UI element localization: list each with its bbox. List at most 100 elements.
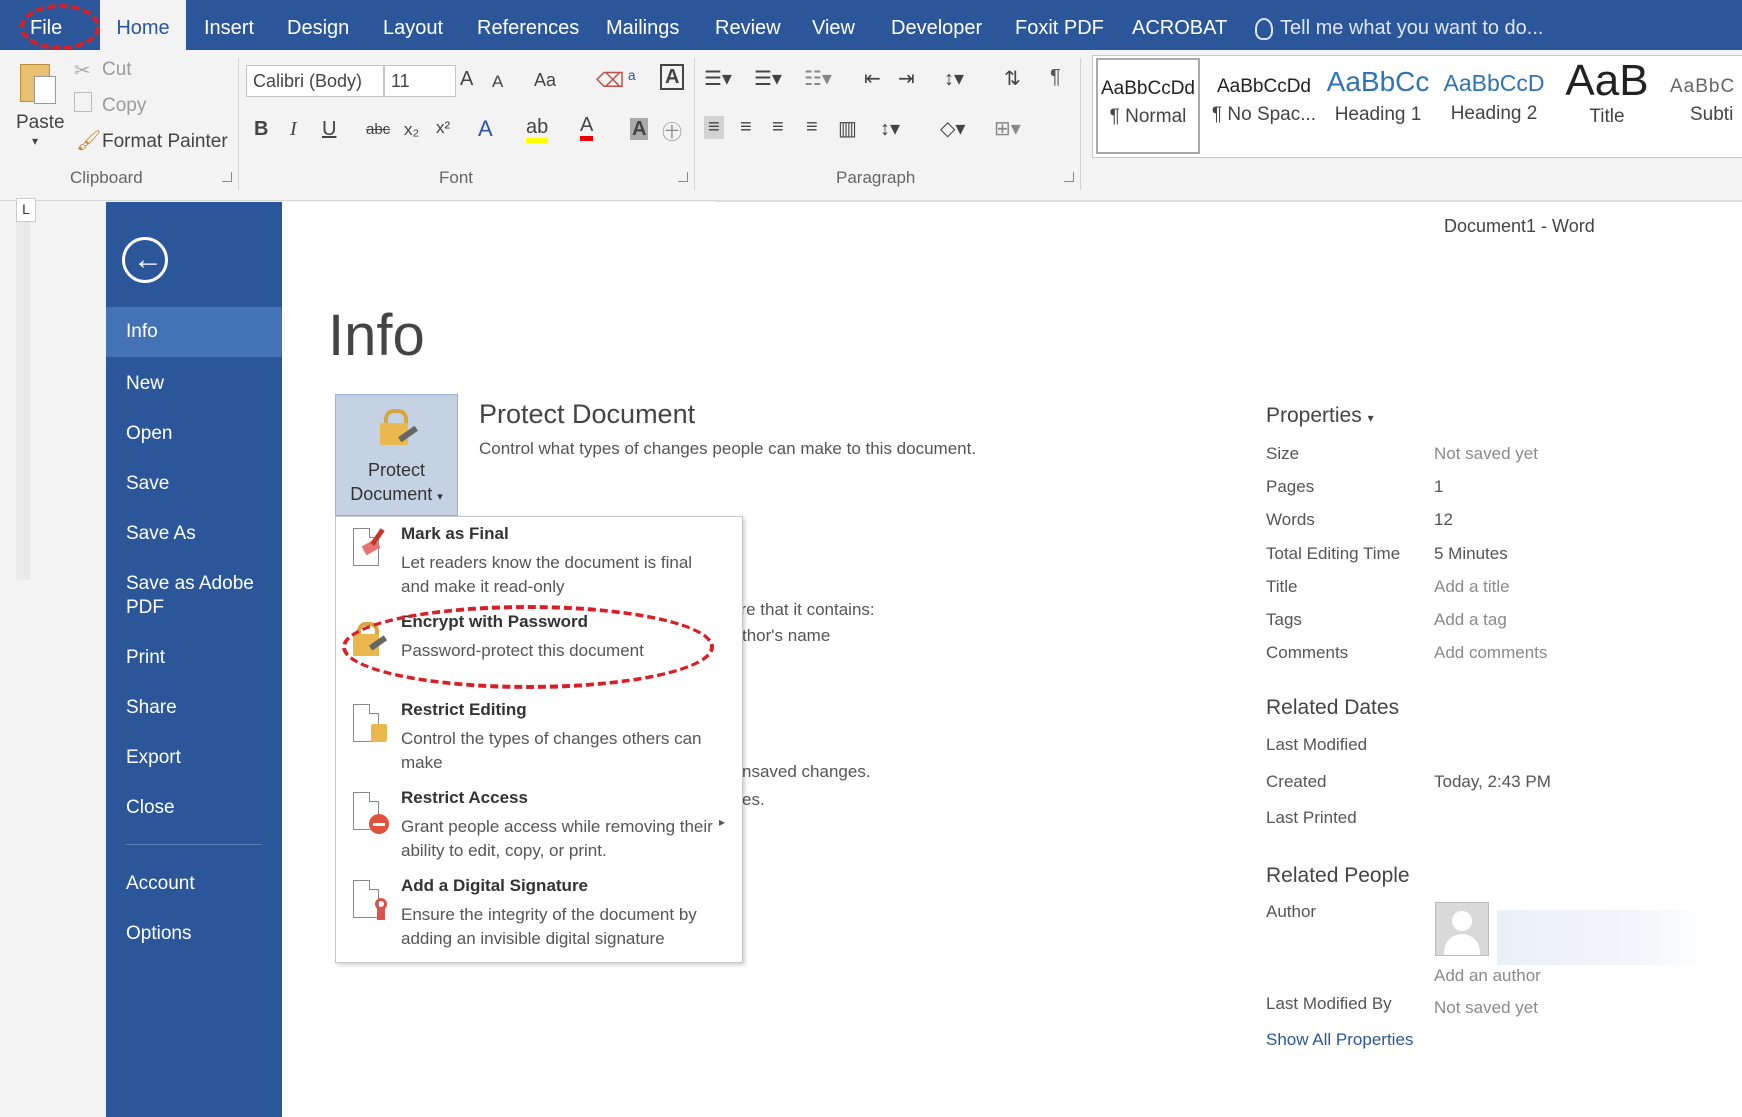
style-normal[interactable]: AaBbCcDd ¶ Normal [1096, 58, 1200, 154]
increase-indent-icon[interactable]: ⇥ [898, 66, 915, 91]
style-sample: AaBbCcDd [1101, 78, 1195, 99]
tab-references[interactable]: References [477, 0, 579, 50]
show-marks-icon[interactable]: ¶ [1050, 66, 1061, 89]
decrease-indent-icon[interactable]: ⇤ [864, 66, 881, 91]
format-painter-button[interactable]: Format Painter [102, 131, 228, 153]
menu-item-restrict-editing[interactable]: Restrict Editing Control the types of ch… [336, 693, 740, 781]
align-center-icon[interactable]: ≡ [740, 116, 752, 139]
numbering-icon[interactable]: ☰▾ [754, 66, 782, 91]
align-left-icon[interactable]: ≡ [704, 116, 724, 139]
font-size-select[interactable]: 11 [384, 65, 456, 97]
superscript-button[interactable]: x² [436, 118, 450, 138]
nav-save-as[interactable]: Save As [106, 522, 282, 546]
distributed-icon[interactable]: ▥ [838, 116, 857, 141]
font-color-icon[interactable]: A [580, 114, 594, 141]
paste-icon[interactable] [20, 60, 56, 104]
phonetic-guide-icon[interactable]: ᵃ [628, 68, 635, 91]
character-border-icon[interactable]: A [660, 64, 685, 90]
tab-developer[interactable]: Developer [891, 0, 982, 50]
chevron-down-icon: ▾ [437, 491, 443, 503]
tab-view[interactable]: View [812, 0, 855, 50]
paste-button[interactable]: Paste [16, 112, 65, 134]
strikethrough-button[interactable]: abc [366, 121, 390, 138]
tab-selector[interactable]: L [16, 198, 36, 222]
tab-home[interactable]: Home [100, 0, 186, 50]
protect-document-button[interactable]: Protect Document ▾ [335, 394, 458, 516]
properties-heading[interactable]: Properties ▾ [1266, 404, 1374, 428]
grow-font-icon[interactable]: A [460, 68, 473, 91]
tell-me-input[interactable]: Tell me what you want to do... [1280, 0, 1543, 50]
shrink-font-icon[interactable]: A [492, 72, 503, 92]
shading-icon[interactable]: ◇▾ [940, 116, 965, 141]
last-printed-label: Last Printed [1266, 808, 1357, 827]
comments-field[interactable]: Add comments [1434, 643, 1547, 663]
borders-icon[interactable]: ⊞▾ [994, 116, 1021, 141]
tags-field[interactable]: Add a tag [1434, 610, 1507, 630]
style-sample: AaBbC [1670, 76, 1736, 97]
font-launcher-icon[interactable] [678, 172, 688, 182]
cut-button[interactable]: Cut [102, 59, 132, 81]
nav-save[interactable]: Save [106, 472, 282, 496]
title-field[interactable]: Add a title [1434, 577, 1510, 597]
change-case-button[interactable]: Aa [534, 70, 556, 91]
nav-save-as-adobe-pdf[interactable]: Save as Adobe PDF [106, 572, 282, 620]
align-right-icon[interactable]: ≡ [772, 116, 784, 139]
underline-button[interactable]: U [322, 118, 336, 141]
window-title: Document1 - Word [1444, 216, 1595, 236]
nav-options[interactable]: Options [106, 922, 282, 946]
protect-document-label-text: Protect Document [350, 460, 433, 504]
menu-item-add-digital-signature[interactable]: Add a Digital Signature Ensure the integ… [336, 869, 740, 957]
sort-icon[interactable]: ↕▾ [944, 66, 964, 91]
nav-account[interactable]: Account [106, 872, 282, 896]
show-all-properties-link[interactable]: Show All Properties [1266, 1030, 1413, 1050]
add-author-field[interactable]: Add an author [1434, 966, 1541, 986]
justify-icon[interactable]: ≡ [806, 116, 818, 139]
sort-az-icon[interactable]: ⇅ [1004, 66, 1021, 91]
tab-mailings[interactable]: Mailings [606, 0, 679, 50]
menu-item-mark-as-final[interactable]: Mark as Final Let readers know the docum… [336, 517, 740, 605]
tab-insert[interactable]: Insert [204, 0, 254, 50]
style-title[interactable]: AaB Title [1556, 58, 1658, 154]
font-name-select[interactable]: Calibri (Body) [246, 65, 384, 97]
tab-acrobat[interactable]: ACROBAT [1132, 0, 1227, 50]
nav-new[interactable]: New [106, 372, 282, 396]
tab-foxit-pdf[interactable]: Foxit PDF [1015, 0, 1104, 50]
tab-layout[interactable]: Layout [383, 0, 443, 50]
highlight-icon[interactable]: ab [526, 116, 549, 143]
text-effects-icon[interactable]: A [478, 116, 493, 142]
tab-design[interactable]: Design [287, 0, 349, 50]
menu-item-restrict-access[interactable]: Restrict Access Grant people access whil… [336, 781, 740, 869]
nav-export[interactable]: Export [106, 746, 282, 770]
back-arrow-icon[interactable]: ← [122, 237, 168, 283]
copy-button[interactable]: Copy [102, 95, 146, 117]
enclose-characters-icon[interactable]: ㊉ [662, 116, 682, 145]
nav-share[interactable]: Share [106, 696, 282, 720]
prop-value: 5 Minutes [1434, 544, 1508, 563]
related-people-heading: Related People [1266, 864, 1410, 887]
line-spacing-icon[interactable]: ↕▾ [880, 116, 900, 141]
nav-open[interactable]: Open [106, 422, 282, 446]
subscript-button[interactable]: x₂ [404, 120, 419, 140]
character-shading-icon[interactable]: A [630, 118, 649, 140]
style-heading-1[interactable]: AaBbCc Heading 1 [1326, 58, 1430, 154]
multilevel-list-icon[interactable]: ☷▾ [804, 66, 832, 91]
tab-review[interactable]: Review [715, 0, 781, 50]
clear-formatting-icon[interactable]: ⌫ [596, 68, 624, 93]
italic-button[interactable]: I [290, 118, 297, 141]
paragraph-launcher-icon[interactable] [1064, 172, 1074, 182]
style-heading-2[interactable]: AaBbCcD Heading 2 [1442, 58, 1546, 154]
clipboard-launcher-icon[interactable] [222, 172, 232, 182]
nav-close[interactable]: Close [106, 796, 282, 820]
mark-final-icon [353, 528, 385, 570]
last-modified-label: Last Modified [1266, 735, 1368, 754]
prop-key: Words [1266, 510, 1315, 529]
style-subtitle[interactable]: AaBbC Subti [1670, 58, 1742, 154]
prop-value: 1 [1434, 477, 1444, 496]
nav-info[interactable]: Info [106, 307, 282, 357]
bold-button[interactable]: B [254, 118, 268, 141]
nav-print[interactable]: Print [106, 646, 282, 670]
ribbon-tab-bar: File Home Insert Design Layout Reference… [0, 0, 1742, 50]
style-name: Heading 2 [1450, 103, 1538, 124]
bullets-icon[interactable]: ☰▾ [704, 66, 732, 91]
style-no-spacing[interactable]: AaBbCcDd ¶ No Spac... [1208, 58, 1320, 154]
